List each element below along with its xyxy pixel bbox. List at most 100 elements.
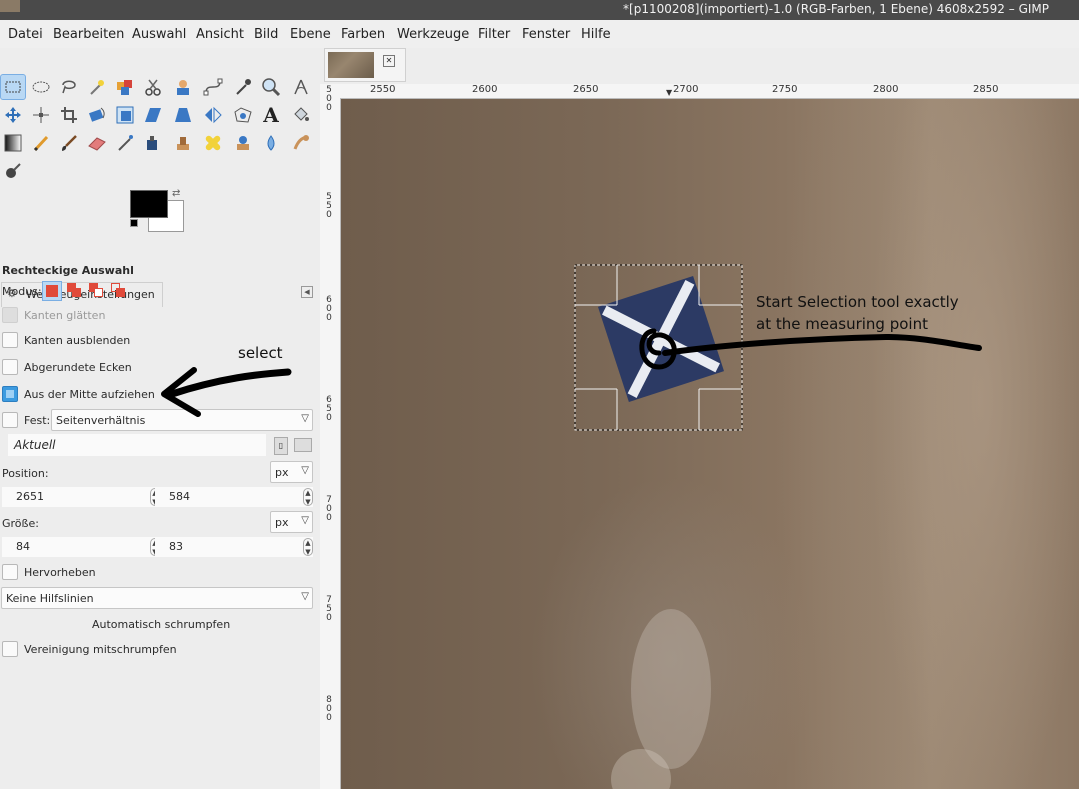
menu-fenster[interactable]: Fenster xyxy=(522,27,570,42)
guides-dropdown[interactable]: Keine Hilfslinien ▽ xyxy=(1,587,313,609)
ruler-tick: 2850 xyxy=(973,84,999,95)
size-height-input[interactable]: 83 ▲ ▼ xyxy=(155,537,313,557)
position-unit-dropdown[interactable]: px ▽ xyxy=(270,461,313,483)
horizontal-ruler[interactable]: 2550 2600 2650 2700 2750 2800 2850 ▼ xyxy=(340,84,1079,99)
pencil-icon[interactable] xyxy=(28,130,54,156)
mode-add-button[interactable] xyxy=(66,282,82,298)
perspective-icon[interactable] xyxy=(170,102,196,128)
size-width-input[interactable]: 84 ▲▼ xyxy=(2,537,160,557)
position-x-input[interactable]: 2651 ▲▼ xyxy=(2,487,160,507)
airbrush-icon[interactable] xyxy=(112,130,138,156)
position-y-input[interactable]: 584 ▲ ▼ xyxy=(155,487,313,507)
portrait-icon[interactable]: ▯ xyxy=(274,437,288,455)
shrink-merged-checkbox[interactable] xyxy=(2,641,18,657)
highlight-checkbox[interactable] xyxy=(2,564,18,580)
mode-subtract-button[interactable] xyxy=(88,282,104,298)
menu-bild[interactable]: Bild xyxy=(254,27,278,42)
ruler-tick: 2700 xyxy=(673,84,699,95)
color-select-icon[interactable] xyxy=(112,74,138,100)
size-width-value: 84 xyxy=(16,540,30,553)
feather-label: Kanten ausblenden xyxy=(24,334,131,347)
ruler-tick: 2650 xyxy=(573,84,599,95)
scale-icon[interactable] xyxy=(112,102,138,128)
clone-icon[interactable] xyxy=(170,130,196,156)
aspect-input[interactable]: Aktuell xyxy=(8,434,266,456)
auto-shrink-button[interactable]: Automatisch schrumpfen xyxy=(92,618,230,631)
spin-arrows-icon[interactable]: ▲▼ xyxy=(303,538,313,556)
landscape-icon[interactable] xyxy=(294,438,312,452)
default-colors-icon[interactable] xyxy=(130,219,138,227)
zoom-icon[interactable] xyxy=(258,74,284,100)
cage-icon[interactable] xyxy=(230,102,256,128)
paintbrush-icon[interactable] xyxy=(56,130,82,156)
menu-auswahl[interactable]: Auswahl xyxy=(132,27,186,42)
move-icon[interactable] xyxy=(0,102,26,128)
chevron-down-icon: ▽ xyxy=(301,515,309,526)
text-icon[interactable]: A xyxy=(258,102,284,128)
ruler-tick: 2750 xyxy=(772,84,798,95)
blend-icon[interactable] xyxy=(0,130,26,156)
menu-werkzeuge[interactable]: Werkzeuge xyxy=(397,27,469,42)
color-picker-icon[interactable] xyxy=(230,74,256,100)
foreground-color-swatch[interactable] xyxy=(130,190,168,218)
image-canvas[interactable]: Start Selection tool exactly at the meas… xyxy=(341,99,1079,789)
expand-from-center-checkbox[interactable] xyxy=(2,386,18,402)
image-thumbnail[interactable] xyxy=(328,52,374,78)
size-height-value: 83 xyxy=(169,540,183,553)
shear-icon[interactable] xyxy=(140,102,166,128)
chevron-down-icon: ▽ xyxy=(301,591,309,602)
perspective-clone-icon[interactable] xyxy=(230,130,256,156)
ink-icon[interactable] xyxy=(140,130,166,156)
foreground-select-icon[interactable] xyxy=(170,74,196,100)
instruction-line-2: at the measuring point xyxy=(756,315,928,333)
image-tab[interactable]: ✕ xyxy=(324,48,406,82)
fuzzy-select-icon[interactable] xyxy=(84,74,110,100)
size-unit-dropdown[interactable]: px ▽ xyxy=(270,511,313,533)
smudge-icon[interactable] xyxy=(288,130,314,156)
measure-icon[interactable] xyxy=(288,74,314,100)
feather-checkbox[interactable] xyxy=(2,332,18,348)
flip-icon[interactable] xyxy=(200,102,226,128)
ruler-tick: 2800 xyxy=(873,84,899,95)
rounded-corners-checkbox[interactable] xyxy=(2,359,18,375)
bucket-fill-icon[interactable] xyxy=(288,102,314,128)
swap-colors-icon[interactable]: ⇄ xyxy=(172,188,180,199)
ellipse-select-icon[interactable] xyxy=(28,74,54,100)
fixed-checkbox[interactable] xyxy=(2,412,18,428)
color-swatches[interactable]: ⇄ xyxy=(128,188,184,232)
menu-datei[interactable]: Datei xyxy=(8,27,43,42)
menu-hilfe[interactable]: Hilfe xyxy=(581,27,611,42)
blur-icon[interactable] xyxy=(258,130,284,156)
vertical-ruler[interactable]: 500 550 600 650 700 750 800 xyxy=(320,86,341,789)
size-unit-value: px xyxy=(275,516,289,529)
scissors-icon[interactable] xyxy=(140,74,166,100)
menu-bearbeiten[interactable]: Bearbeiten xyxy=(53,27,124,42)
spin-arrows-icon[interactable]: ▲▼ xyxy=(303,488,313,506)
menu-ansicht[interactable]: Ansicht xyxy=(196,27,244,42)
expand-from-center-label: Aus der Mitte aufziehen xyxy=(24,388,155,401)
toolbox: A ⇄ ⚙ Werkzeugeinstellungen ◀ Rechteckig… xyxy=(0,48,320,789)
antialias-checkbox[interactable] xyxy=(2,307,18,323)
rect-select-icon[interactable] xyxy=(0,74,26,100)
ruler-tick: 600 xyxy=(326,295,332,323)
mode-intersect-button[interactable] xyxy=(110,282,126,298)
eraser-icon[interactable] xyxy=(84,130,110,156)
mode-replace-button[interactable] xyxy=(42,281,62,301)
lasso-icon[interactable] xyxy=(56,74,82,100)
rotate-icon[interactable] xyxy=(84,102,110,128)
dodge-burn-icon[interactable] xyxy=(0,158,26,184)
menu-filter[interactable]: Filter xyxy=(478,27,510,42)
heal-icon[interactable] xyxy=(200,130,226,156)
menu-ebene[interactable]: Ebene xyxy=(290,27,331,42)
position-label: Position: xyxy=(2,467,49,480)
crop-icon[interactable] xyxy=(56,102,82,128)
close-icon[interactable]: ✕ xyxy=(383,55,395,67)
panel-menu-icon[interactable]: ◀ xyxy=(301,286,313,298)
menu-farben[interactable]: Farben xyxy=(341,27,385,42)
align-icon[interactable] xyxy=(28,102,54,128)
paths-icon[interactable] xyxy=(200,74,226,100)
ruler-tick: 500 xyxy=(326,85,332,113)
ruler-tick: 2550 xyxy=(370,84,396,95)
highlight-label: Hervorheben xyxy=(24,566,96,579)
title-bar: *[p1100208](importiert)-1.0 (RGB-Farben,… xyxy=(0,0,1079,20)
